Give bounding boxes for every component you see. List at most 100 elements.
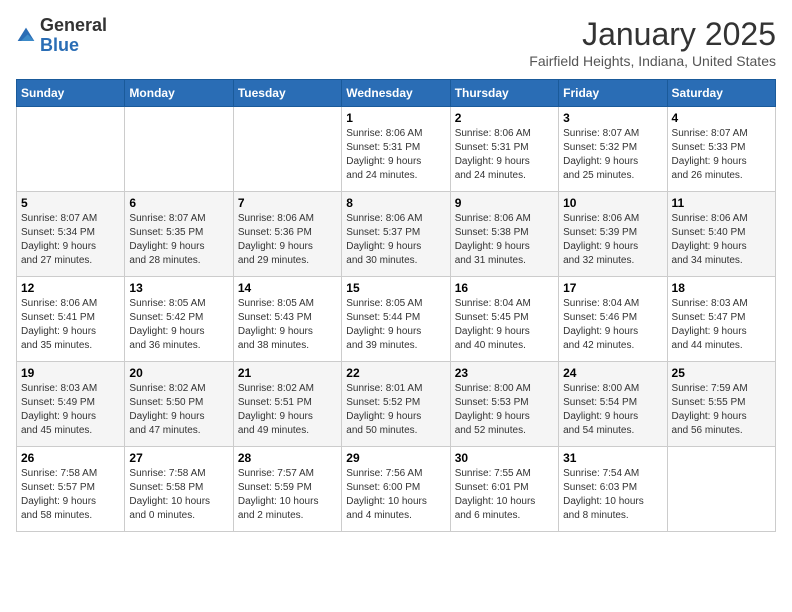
day-number: 11 xyxy=(672,196,771,210)
day-number: 7 xyxy=(238,196,337,210)
header-row: SundayMondayTuesdayWednesdayThursdayFrid… xyxy=(17,80,776,107)
day-number: 12 xyxy=(21,281,120,295)
calendar-header: SundayMondayTuesdayWednesdayThursdayFrid… xyxy=(17,80,776,107)
day-info: Sunrise: 8:06 AM Sunset: 5:40 PM Dayligh… xyxy=(672,212,771,268)
day-info: Sunrise: 8:02 AM Sunset: 5:51 PM Dayligh… xyxy=(238,382,337,438)
day-info: Sunrise: 8:05 AM Sunset: 5:43 PM Dayligh… xyxy=(238,297,337,353)
day-info: Sunrise: 8:05 AM Sunset: 5:44 PM Dayligh… xyxy=(346,297,445,353)
calendar-cell: 11 Sunrise: 8:06 AM Sunset: 5:40 PM Dayli… xyxy=(667,192,775,277)
calendar-cell: 27Sunrise: 7:58 AM Sunset: 5:58 PM Dayli… xyxy=(125,447,233,532)
header-cell-thursday: Thursday xyxy=(450,80,558,107)
day-info: Sunrise: 8:06 AM Sunset: 5:39 PM Dayligh… xyxy=(563,212,662,268)
day-info: Sunrise: 8:06 AM Sunset: 5:36 PM Dayligh… xyxy=(238,212,337,268)
calendar-cell: 28Sunrise: 7:57 AM Sunset: 5:59 PM Dayli… xyxy=(233,447,341,532)
header-cell-friday: Friday xyxy=(559,80,667,107)
day-number: 26 xyxy=(21,451,120,465)
calendar-table: SundayMondayTuesdayWednesdayThursdayFrid… xyxy=(16,79,776,532)
day-info: Sunrise: 8:06 AM Sunset: 5:31 PM Dayligh… xyxy=(346,127,445,183)
calendar-cell: 24 Sunrise: 8:00 AM Sunset: 5:54 PM Dayli… xyxy=(559,362,667,447)
calendar-cell: 16 Sunrise: 8:04 AM Sunset: 5:45 PM Dayli… xyxy=(450,277,558,362)
day-info: Sunrise: 8:04 AM Sunset: 5:45 PM Dayligh… xyxy=(455,297,554,353)
header-cell-tuesday: Tuesday xyxy=(233,80,341,107)
calendar-cell: 31 Sunrise: 7:54 AM Sunset: 6:03 PM Dayli… xyxy=(559,447,667,532)
month-title: January 2025 xyxy=(529,16,776,53)
day-info: Sunrise: 8:07 AM Sunset: 5:35 PM Dayligh… xyxy=(129,212,228,268)
day-info: Sunrise: 7:55 AM Sunset: 6:01 PM Dayligh… xyxy=(455,467,554,523)
calendar-week-0: 1 Sunrise: 8:06 AM Sunset: 5:31 PM Daylig… xyxy=(17,107,776,192)
calendar-cell: 23 Sunrise: 8:00 AM Sunset: 5:53 PM Dayli… xyxy=(450,362,558,447)
day-info: Sunrise: 8:04 AM Sunset: 5:46 PM Dayligh… xyxy=(563,297,662,353)
calendar-cell: 19 Sunrise: 8:03 AM Sunset: 5:49 PM Dayli… xyxy=(17,362,125,447)
day-info: Sunrise: 7:58 AM Sunset: 5:58 PM Dayligh… xyxy=(129,467,228,523)
header-cell-wednesday: Wednesday xyxy=(342,80,450,107)
calendar-cell: 9Sunrise: 8:06 AM Sunset: 5:38 PM Daylig… xyxy=(450,192,558,277)
location-subtitle: Fairfield Heights, Indiana, United State… xyxy=(529,53,776,69)
day-info: Sunrise: 8:07 AM Sunset: 5:33 PM Dayligh… xyxy=(672,127,771,183)
calendar-cell xyxy=(233,107,341,192)
day-info: Sunrise: 7:54 AM Sunset: 6:03 PM Dayligh… xyxy=(563,467,662,523)
day-number: 22 xyxy=(346,366,445,380)
day-number: 25 xyxy=(672,366,771,380)
calendar-cell: 4 Sunrise: 8:07 AM Sunset: 5:33 PM Daylig… xyxy=(667,107,775,192)
day-number: 13 xyxy=(129,281,228,295)
day-info: Sunrise: 8:00 AM Sunset: 5:53 PM Dayligh… xyxy=(455,382,554,438)
calendar-cell xyxy=(667,447,775,532)
title-block: January 2025 Fairfield Heights, Indiana,… xyxy=(529,16,776,69)
calendar-cell: 13 Sunrise: 8:05 AM Sunset: 5:42 PM Dayli… xyxy=(125,277,233,362)
logo-text: General Blue xyxy=(40,16,107,56)
day-info: Sunrise: 8:06 AM Sunset: 5:37 PM Dayligh… xyxy=(346,212,445,268)
calendar-cell: 15 Sunrise: 8:05 AM Sunset: 5:44 PM Dayli… xyxy=(342,277,450,362)
day-number: 18 xyxy=(672,281,771,295)
calendar-cell: 12 Sunrise: 8:06 AM Sunset: 5:41 PM Dayli… xyxy=(17,277,125,362)
calendar-cell: 5 Sunrise: 8:07 AM Sunset: 5:34 PM Daylig… xyxy=(17,192,125,277)
calendar-cell xyxy=(125,107,233,192)
day-info: Sunrise: 8:01 AM Sunset: 5:52 PM Dayligh… xyxy=(346,382,445,438)
calendar-cell: 29Sunrise: 7:56 AM Sunset: 6:00 PM Dayli… xyxy=(342,447,450,532)
day-info: Sunrise: 8:07 AM Sunset: 5:34 PM Dayligh… xyxy=(21,212,120,268)
logo: General Blue xyxy=(16,16,107,56)
day-number: 15 xyxy=(346,281,445,295)
day-number: 16 xyxy=(455,281,554,295)
calendar-cell: 3Sunrise: 8:07 AM Sunset: 5:32 PM Daylig… xyxy=(559,107,667,192)
day-number: 19 xyxy=(21,366,120,380)
page-header: General Blue January 2025 Fairfield Heig… xyxy=(16,16,776,69)
day-info: Sunrise: 8:05 AM Sunset: 5:42 PM Dayligh… xyxy=(129,297,228,353)
calendar-body: 1 Sunrise: 8:06 AM Sunset: 5:31 PM Daylig… xyxy=(17,107,776,532)
calendar-cell: 7 Sunrise: 8:06 AM Sunset: 5:36 PM Daylig… xyxy=(233,192,341,277)
calendar-cell: 2 Sunrise: 8:06 AM Sunset: 5:31 PM Daylig… xyxy=(450,107,558,192)
calendar-week-2: 12 Sunrise: 8:06 AM Sunset: 5:41 PM Dayli… xyxy=(17,277,776,362)
calendar-week-4: 26Sunrise: 7:58 AM Sunset: 5:57 PM Dayli… xyxy=(17,447,776,532)
day-info: Sunrise: 8:06 AM Sunset: 5:41 PM Dayligh… xyxy=(21,297,120,353)
day-info: Sunrise: 7:59 AM Sunset: 5:55 PM Dayligh… xyxy=(672,382,771,438)
day-info: Sunrise: 8:02 AM Sunset: 5:50 PM Dayligh… xyxy=(129,382,228,438)
day-number: 31 xyxy=(563,451,662,465)
day-info: Sunrise: 8:03 AM Sunset: 5:49 PM Dayligh… xyxy=(21,382,120,438)
header-cell-saturday: Saturday xyxy=(667,80,775,107)
day-number: 24 xyxy=(563,366,662,380)
day-number: 4 xyxy=(672,111,771,125)
calendar-cell: 20Sunrise: 8:02 AM Sunset: 5:50 PM Dayli… xyxy=(125,362,233,447)
day-info: Sunrise: 7:56 AM Sunset: 6:00 PM Dayligh… xyxy=(346,467,445,523)
header-cell-monday: Monday xyxy=(125,80,233,107)
day-number: 9 xyxy=(455,196,554,210)
day-number: 2 xyxy=(455,111,554,125)
day-number: 10 xyxy=(563,196,662,210)
calendar-cell: 6Sunrise: 8:07 AM Sunset: 5:35 PM Daylig… xyxy=(125,192,233,277)
header-cell-sunday: Sunday xyxy=(17,80,125,107)
calendar-cell: 17Sunrise: 8:04 AM Sunset: 5:46 PM Dayli… xyxy=(559,277,667,362)
calendar-cell: 1 Sunrise: 8:06 AM Sunset: 5:31 PM Daylig… xyxy=(342,107,450,192)
day-info: Sunrise: 8:00 AM Sunset: 5:54 PM Dayligh… xyxy=(563,382,662,438)
day-info: Sunrise: 8:06 AM Sunset: 5:31 PM Dayligh… xyxy=(455,127,554,183)
calendar-cell: 21Sunrise: 8:02 AM Sunset: 5:51 PM Dayli… xyxy=(233,362,341,447)
calendar-cell: 22 Sunrise: 8:01 AM Sunset: 5:52 PM Dayli… xyxy=(342,362,450,447)
day-number: 1 xyxy=(346,111,445,125)
day-number: 5 xyxy=(21,196,120,210)
day-number: 8 xyxy=(346,196,445,210)
calendar-cell: 8 Sunrise: 8:06 AM Sunset: 5:37 PM Daylig… xyxy=(342,192,450,277)
calendar-cell xyxy=(17,107,125,192)
calendar-week-3: 19 Sunrise: 8:03 AM Sunset: 5:49 PM Dayli… xyxy=(17,362,776,447)
calendar-cell: 18Sunrise: 8:03 AM Sunset: 5:47 PM Dayli… xyxy=(667,277,775,362)
calendar-cell: 30Sunrise: 7:55 AM Sunset: 6:01 PM Dayli… xyxy=(450,447,558,532)
day-number: 23 xyxy=(455,366,554,380)
day-number: 3 xyxy=(563,111,662,125)
